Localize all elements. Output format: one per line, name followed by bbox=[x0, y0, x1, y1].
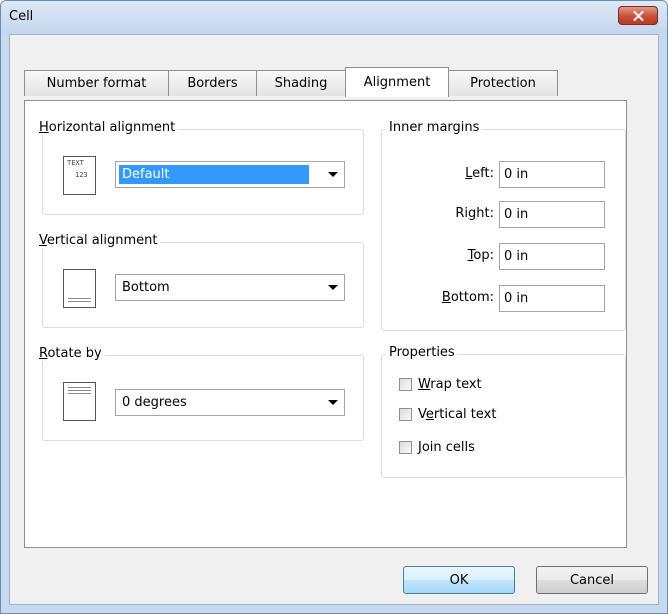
tab-label: Protection bbox=[470, 76, 536, 91]
rotation-0-icon bbox=[63, 382, 96, 421]
chevron-down-icon[interactable] bbox=[323, 164, 342, 185]
vertical-text-option[interactable]: Vertical text bbox=[399, 407, 496, 422]
combo-value: 0 degrees bbox=[122, 395, 187, 410]
input-value: 0 in bbox=[504, 249, 529, 264]
tab-label: Shading bbox=[274, 76, 328, 91]
horizontal-alignment-legend: Horizontal alignment bbox=[36, 120, 179, 135]
vertical-alignment-legend: Vertical alignment bbox=[36, 233, 161, 248]
vertical-text-label: Vertical text bbox=[418, 407, 497, 422]
bottom-margin-input[interactable]: 0 in bbox=[499, 285, 605, 312]
wrap-text-label: Wrap text bbox=[418, 377, 482, 392]
properties-legend: Properties bbox=[386, 345, 458, 360]
inner-margins-legend: Inner margins bbox=[386, 120, 483, 135]
cancel-button[interactable]: Cancel bbox=[536, 566, 648, 594]
right-margin-label: Right: bbox=[455, 206, 494, 221]
cancel-button-label: Cancel bbox=[569, 572, 615, 588]
combo-value: Default bbox=[119, 165, 309, 184]
text-123-icon: TEXT 123 bbox=[63, 156, 96, 195]
window-title: Cell bbox=[9, 9, 34, 24]
tab-shading[interactable]: Shading bbox=[256, 70, 346, 96]
tab-label: Alignment bbox=[363, 75, 431, 90]
right-margin-input[interactable]: 0 in bbox=[499, 201, 605, 228]
input-value: 0 in bbox=[504, 291, 529, 306]
input-value: 0 in bbox=[504, 167, 529, 182]
icon-text-top: TEXT bbox=[67, 159, 84, 167]
wrap-text-option[interactable]: Wrap text bbox=[399, 377, 482, 392]
bottom-margin-label: Bottom: bbox=[441, 290, 494, 305]
join-cells-label: Join cells bbox=[418, 440, 475, 455]
input-value: 0 in bbox=[504, 207, 529, 222]
join-cells-checkbox[interactable] bbox=[399, 441, 412, 454]
cell-dialog-window: Cell Number format Borders Shading Align… bbox=[0, 0, 668, 614]
chevron-down-icon[interactable] bbox=[323, 277, 342, 298]
combo-value: Bottom bbox=[122, 280, 170, 295]
vertical-alignment-select[interactable]: Bottom bbox=[115, 274, 345, 301]
tab-borders[interactable]: Borders bbox=[168, 70, 257, 96]
rotate-by-legend: Rotate by bbox=[36, 346, 105, 361]
top-margin-input[interactable]: 0 in bbox=[499, 243, 605, 270]
horizontal-alignment-select[interactable]: Default bbox=[115, 161, 345, 188]
vertical-text-checkbox[interactable] bbox=[399, 408, 412, 421]
title-bar: Cell bbox=[1, 1, 667, 33]
join-cells-option[interactable]: Join cells bbox=[399, 440, 475, 455]
left-margin-label: Left: bbox=[465, 166, 494, 181]
ok-button[interactable]: OK bbox=[403, 566, 515, 594]
close-button[interactable] bbox=[618, 6, 658, 25]
wrap-text-checkbox[interactable] bbox=[399, 378, 412, 391]
tab-alignment[interactable]: Alignment bbox=[345, 67, 449, 97]
top-margin-label: Top: bbox=[467, 248, 494, 263]
align-bottom-icon bbox=[63, 269, 96, 308]
icon-text-bottom: 123 bbox=[75, 171, 88, 179]
tab-number-format[interactable]: Number format bbox=[24, 70, 169, 96]
left-margin-input[interactable]: 0 in bbox=[499, 161, 605, 188]
tab-label: Borders bbox=[187, 76, 238, 91]
ok-button-label: OK bbox=[449, 572, 469, 588]
rotate-by-select[interactable]: 0 degrees bbox=[115, 389, 345, 416]
tab-label: Number format bbox=[46, 76, 147, 91]
tab-protection[interactable]: Protection bbox=[448, 70, 558, 96]
chevron-down-icon[interactable] bbox=[323, 392, 342, 413]
